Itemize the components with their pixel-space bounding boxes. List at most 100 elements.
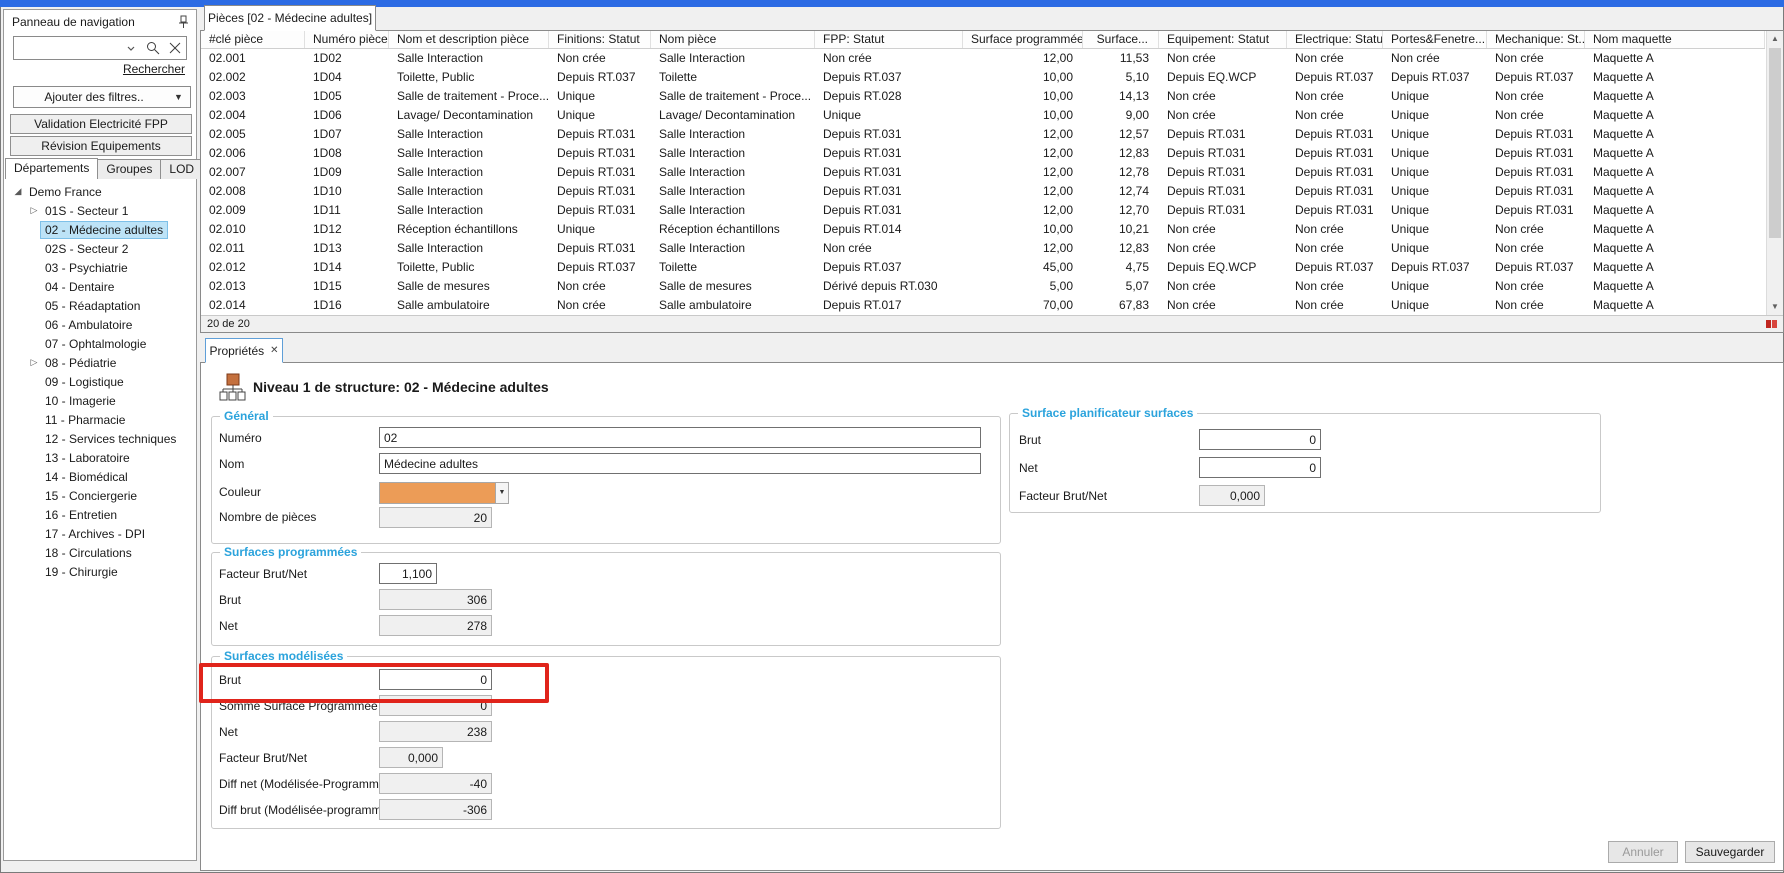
tree-item[interactable]: 18 - Circulations: [4, 543, 196, 562]
plan-facteur-label: Facteur Brut/Net: [1019, 489, 1107, 503]
column-header[interactable]: Portes&Fenetre...: [1383, 31, 1487, 48]
collapsed-icon[interactable]: ▷: [28, 357, 40, 368]
couleur-dropdown-icon[interactable]: ▼: [495, 483, 508, 503]
sm-net-label: Net: [219, 725, 238, 739]
table-cell: 4,75: [1083, 258, 1159, 277]
table-row[interactable]: 02.0141D16Salle ambulatoireNon créeSalle…: [201, 296, 1765, 315]
table-cell: Depuis RT.031: [1159, 182, 1287, 201]
plan-net-field[interactable]: [1199, 457, 1321, 478]
collapsed-icon[interactable]: ▷: [28, 205, 40, 216]
table-cell: Depuis RT.031: [1159, 201, 1287, 220]
tree-item[interactable]: 09 - Logistique: [4, 372, 196, 391]
tree-root-item[interactable]: ◢Demo France: [4, 182, 196, 201]
scrollbar-thumb[interactable]: [1769, 48, 1781, 238]
expanded-icon[interactable]: ◢: [12, 186, 24, 197]
tree-item[interactable]: 17 - Archives - DPI: [4, 524, 196, 543]
clear-search-icon[interactable]: [164, 37, 186, 59]
tree-item[interactable]: 05 - Réadaptation: [4, 296, 196, 315]
tree-item[interactable]: ▷01S - Secteur 1: [4, 201, 196, 220]
revision-equipements-button[interactable]: Révision Equipements: [10, 136, 192, 156]
search-icon[interactable]: [142, 37, 164, 59]
sm-facteur-field: [379, 747, 443, 768]
table-cell: Depuis RT.031: [1159, 125, 1287, 144]
tree-item[interactable]: 02 - Médecine adultes: [4, 220, 196, 239]
column-header[interactable]: Surface programmée: [963, 31, 1083, 48]
column-header[interactable]: FPP: Statut: [815, 31, 963, 48]
table-cell: Salle Interaction: [651, 201, 815, 220]
column-header[interactable]: #clé pièce: [201, 31, 305, 48]
column-header[interactable]: Electrique: Statut: [1287, 31, 1383, 48]
table-cell: Non crée: [1287, 87, 1383, 106]
search-link[interactable]: Rechercher: [123, 62, 185, 76]
tree-item-label: 02S - Secteur 2: [40, 240, 133, 258]
table-row[interactable]: 02.0031D05Salle de traitement - Proce...…: [201, 87, 1765, 106]
column-header[interactable]: Equipement: Statut: [1159, 31, 1287, 48]
tree-item[interactable]: 06 - Ambulatoire: [4, 315, 196, 334]
red-grid-icon[interactable]: [1765, 318, 1779, 330]
chevron-down-icon[interactable]: [120, 37, 142, 59]
table-row[interactable]: 02.0091D11Salle InteractionDepuis RT.031…: [201, 201, 1765, 220]
table-row[interactable]: 02.0121D14Toilette, PublicDepuis RT.037T…: [201, 258, 1765, 277]
nav-tab-groupes[interactable]: Groupes: [97, 159, 161, 179]
column-header[interactable]: Numéro pièce: [305, 31, 389, 48]
nom-field[interactable]: [379, 453, 981, 474]
table-cell: Toilette: [651, 68, 815, 87]
scroll-up-icon[interactable]: ▲: [1767, 31, 1783, 47]
table-cell: Maquette A: [1585, 258, 1765, 277]
sm-brut-field[interactable]: [379, 669, 492, 690]
numero-field[interactable]: [379, 427, 981, 448]
table-cell: Depuis RT.037: [1383, 258, 1487, 277]
tab-proprietes[interactable]: Propriétés ✕: [205, 338, 283, 363]
table-cell: 02.014: [201, 296, 305, 315]
add-filters-dropdown[interactable]: Ajouter des filtres.. ▼: [13, 86, 191, 108]
nav-tab-départements[interactable]: Départements: [5, 158, 98, 179]
plan-brut-field[interactable]: [1199, 429, 1321, 450]
nav-tab-lod[interactable]: LOD: [160, 159, 203, 179]
table-cell: Maquette A: [1585, 163, 1765, 182]
column-header[interactable]: Mechanique: St...: [1487, 31, 1585, 48]
close-tab-icon[interactable]: ✕: [270, 345, 278, 356]
table-row[interactable]: 02.0051D07Salle InteractionDepuis RT.031…: [201, 125, 1765, 144]
tree-item[interactable]: 10 - Imagerie: [4, 391, 196, 410]
tree-item[interactable]: 14 - Biomédical: [4, 467, 196, 486]
table-cell: Non crée: [1487, 239, 1585, 258]
couleur-swatch[interactable]: ▼: [379, 482, 509, 504]
tree-item[interactable]: 07 - Ophtalmologie: [4, 334, 196, 353]
pin-icon[interactable]: [177, 15, 190, 29]
table-row[interactable]: 02.0081D10Salle InteractionDepuis RT.031…: [201, 182, 1765, 201]
table-row[interactable]: 02.0021D04Toilette, PublicDepuis RT.037T…: [201, 68, 1765, 87]
tree-item[interactable]: 15 - Conciergerie: [4, 486, 196, 505]
table-row[interactable]: 02.0041D06Lavage/ DecontaminationUniqueL…: [201, 106, 1765, 125]
tree-item[interactable]: 19 - Chirurgie: [4, 562, 196, 581]
plan-brut-label: Brut: [1019, 433, 1041, 447]
tree-item[interactable]: 12 - Services techniques: [4, 429, 196, 448]
tree-item[interactable]: 02S - Secteur 2: [4, 239, 196, 258]
tree-item[interactable]: ▷08 - Pédiatrie: [4, 353, 196, 372]
tree-item[interactable]: 04 - Dentaire: [4, 277, 196, 296]
table-row[interactable]: 02.0101D12Réception échantillonsUniqueRé…: [201, 220, 1765, 239]
table-row[interactable]: 02.0011D02Salle InteractionNon créeSalle…: [201, 49, 1765, 68]
column-header[interactable]: Surface...: [1083, 31, 1159, 48]
table-scrollbar[interactable]: ▲ ▼: [1766, 31, 1783, 315]
search-input[interactable]: [13, 36, 187, 60]
tree-item[interactable]: 13 - Laboratoire: [4, 448, 196, 467]
tree-item[interactable]: 03 - Psychiatrie: [4, 258, 196, 277]
table-row[interactable]: 02.0071D09Salle InteractionDepuis RT.031…: [201, 163, 1765, 182]
table-row[interactable]: 02.0111D13Salle InteractionDepuis RT.031…: [201, 239, 1765, 258]
column-header[interactable]: Nom et description pièce: [389, 31, 549, 48]
column-header[interactable]: Nom pièce: [651, 31, 815, 48]
table-cell: Lavage/ Decontamination: [651, 106, 815, 125]
table-cell: Unique: [1383, 87, 1487, 106]
scroll-down-icon[interactable]: ▼: [1767, 299, 1783, 315]
tree-item[interactable]: 11 - Pharmacie: [4, 410, 196, 429]
tree-item[interactable]: 16 - Entretien: [4, 505, 196, 524]
sp-facteur-field[interactable]: [379, 563, 437, 584]
column-header[interactable]: Nom maquette: [1585, 31, 1765, 48]
table-row[interactable]: 02.0131D15Salle de mesuresNon créeSalle …: [201, 277, 1765, 296]
validation-electricite-button[interactable]: Validation Electricité FPP: [10, 114, 192, 134]
table-row[interactable]: 02.0061D08Salle InteractionDepuis RT.031…: [201, 144, 1765, 163]
tab-pieces[interactable]: Pièces [02 - Médecine adultes]: [204, 5, 376, 31]
save-button[interactable]: Sauvegarder: [1685, 841, 1775, 863]
column-header[interactable]: Finitions: Statut: [549, 31, 651, 48]
cancel-button[interactable]: Annuler: [1608, 841, 1678, 863]
